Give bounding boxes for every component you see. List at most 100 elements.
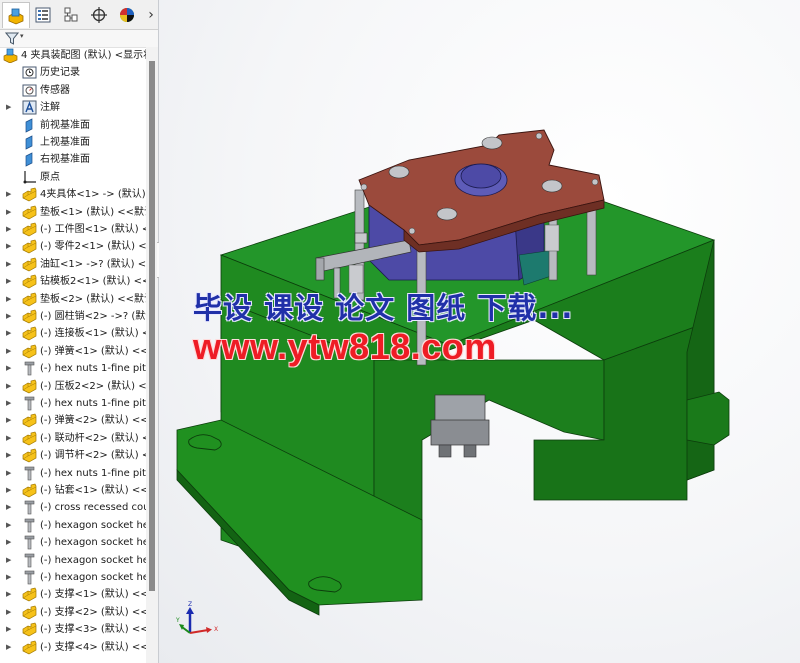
expand-arrow-icon[interactable]: ▶ bbox=[6, 238, 11, 255]
tree-item[interactable]: ▶ (-) hexagon socket head bbox=[0, 517, 146, 534]
part-icon bbox=[22, 448, 37, 463]
tree-item-label: 4 夹具装配图 (默认) <显示状态-1> bbox=[21, 50, 146, 61]
expand-arrow-icon[interactable]: ▶ bbox=[6, 552, 11, 569]
expand-arrow-icon[interactable]: ▶ bbox=[6, 482, 11, 499]
triad-y-label: Y bbox=[175, 617, 180, 624]
tree-item[interactable]: ▶ (-) 压板2<2> (默认) << bbox=[0, 378, 146, 395]
tree-item[interactable]: ▶ (-) hex nuts 1-fine pitch bbox=[0, 465, 146, 482]
expand-arrow-icon[interactable]: ▶ bbox=[6, 412, 11, 429]
tree-item[interactable]: ▶ (-) 调节杆<2> (默认) < bbox=[0, 447, 146, 464]
expand-arrow-icon[interactable]: ▶ bbox=[6, 499, 11, 516]
expand-arrow-icon[interactable]: ▶ bbox=[6, 325, 11, 342]
feature-tree: 4 夹具装配图 (默认) <显示状态-1> 历史记录传感器 ▶ 注解前视基准面上视基准… bbox=[0, 47, 146, 663]
tree-item[interactable]: ▶ (-) 圆柱销<2> ->? (默认 bbox=[0, 308, 146, 325]
tree-item[interactable]: ▶ (-) 支撑<4> (默认) <<显 bbox=[0, 639, 146, 656]
expand-arrow-icon[interactable]: ▶ bbox=[6, 639, 11, 656]
tree-item-label: (-) 连接板<1> (默认) < bbox=[40, 328, 146, 340]
expand-arrow-icon[interactable]: ▶ bbox=[6, 308, 11, 325]
tree-item[interactable]: ▶ (-) hex nuts 1-fine pitch bbox=[0, 395, 146, 412]
expand-arrow-icon[interactable]: ▶ bbox=[6, 430, 11, 447]
expand-arrow-icon[interactable]: ▶ bbox=[6, 221, 11, 238]
tree-item-label: (-) 联动杆<2> (默认) < bbox=[40, 432, 146, 444]
expand-arrow-icon[interactable]: ▶ bbox=[6, 378, 11, 395]
expand-arrow-icon[interactable]: ▶ bbox=[6, 534, 11, 551]
tree-item[interactable]: ▶ (-) 零件2<1> (默认) << bbox=[0, 238, 146, 255]
toolbox-fastener-icon bbox=[22, 535, 37, 550]
expand-arrow-icon[interactable]: ▶ bbox=[6, 447, 11, 464]
annotation-icon bbox=[22, 100, 37, 115]
tree-item[interactable]: ▶ (-) hex nuts 1-fine pitch bbox=[0, 360, 146, 377]
toolbox-fastener-icon bbox=[22, 553, 37, 568]
feature-manager-panel: › ▾ 4 夹具装配图 (默认) <显示状态-1> 历史记录传感器 ▶ 注解前视基准面… bbox=[0, 0, 159, 663]
tab-propertymanager[interactable] bbox=[30, 2, 56, 27]
configuration-icon bbox=[62, 6, 80, 24]
tree-item[interactable]: ▶ (-) 连接板<1> (默认) < bbox=[0, 325, 146, 342]
tree-item[interactable]: ▶ (-) 工件图<1> (默认) < bbox=[0, 221, 146, 238]
tree-scrollbar[interactable] bbox=[146, 47, 158, 663]
tree-item[interactable]: ▶ 油缸<1> ->? (默认) << bbox=[0, 256, 146, 273]
tree-item[interactable]: ▶ 钻模板2<1> (默认) <<显 bbox=[0, 273, 146, 290]
expand-arrow-icon[interactable]: ▶ bbox=[6, 273, 11, 290]
expand-arrow-icon[interactable]: ▶ bbox=[6, 256, 11, 273]
expand-arrow-icon[interactable]: ▶ bbox=[6, 99, 11, 116]
tree-item-label: (-) 工件图<1> (默认) < bbox=[40, 224, 146, 235]
tree-item-label: (-) hexagon socket head bbox=[40, 572, 146, 583]
expand-arrow-icon[interactable]: ▶ bbox=[6, 465, 11, 482]
expand-arrow-icon[interactable]: ▶ bbox=[6, 517, 11, 534]
part-icon bbox=[22, 379, 37, 394]
tree-item[interactable]: ▶ 垫板<1> (默认) <<默认> bbox=[0, 204, 146, 221]
tree-root-assembly[interactable]: 4 夹具装配图 (默认) <显示状态-1> bbox=[0, 47, 146, 64]
expand-arrow-icon[interactable]: ▶ bbox=[6, 186, 11, 203]
tree-item[interactable]: ▶ (-) 弹簧<2> (默认) <<显 bbox=[0, 412, 146, 429]
tree-item[interactable]: ▶ 垫板<2> (默认) <<默认 bbox=[0, 291, 146, 308]
expand-arrow-icon[interactable]: ▶ bbox=[6, 395, 11, 412]
tree-item-label: 历史记录 bbox=[40, 67, 80, 79]
tree-item-label: (-) 弹簧<1> (默认) <<显 bbox=[40, 345, 146, 357]
tree-item-label: (-) cross recessed countersunk bbox=[40, 502, 146, 514]
tab-displaymanager[interactable] bbox=[114, 2, 140, 27]
filter-dropdown-icon[interactable]: ▾ bbox=[20, 32, 24, 40]
tree-item[interactable]: ▶ 4夹具体<1> -> (默认) bbox=[0, 186, 146, 203]
part-icon bbox=[22, 483, 37, 498]
part-icon bbox=[22, 587, 37, 602]
tree-item[interactable]: 原点 bbox=[0, 169, 146, 186]
tree-item-label: (-) hex nuts 1-fine pitch bbox=[40, 363, 146, 375]
tree-item-label: (-) 压板2<2> (默认) << bbox=[40, 380, 146, 392]
tree-item[interactable]: ▶ (-) hexagon socket head bbox=[0, 534, 146, 551]
toolbox-fastener-icon bbox=[22, 396, 37, 411]
expand-arrow-icon[interactable]: ▶ bbox=[6, 586, 11, 603]
tree-item-label: (-) 零件2<1> (默认) << bbox=[40, 241, 146, 253]
toolbox-fastener-icon bbox=[22, 570, 37, 585]
tree-item[interactable]: 上视基准面 bbox=[0, 134, 146, 151]
tree-item[interactable]: ▶ (-) 弹簧<1> (默认) <<显 bbox=[0, 343, 146, 360]
tab-configurationmanager[interactable] bbox=[58, 2, 84, 27]
tree-item[interactable]: ▶ (-) hexagon socket head bbox=[0, 569, 146, 586]
tree-item[interactable]: ▶ (-) 联动杆<2> (默认) < bbox=[0, 430, 146, 447]
expand-arrow-icon[interactable]: ▶ bbox=[6, 621, 11, 638]
tab-featuremanager[interactable] bbox=[2, 2, 30, 28]
graphics-viewport[interactable]: 毕设 课设 论文 图纸 下载... www.ytw818.com Z X Y bbox=[159, 0, 800, 663]
expand-arrow-icon[interactable]: ▶ bbox=[6, 291, 11, 308]
tree-item[interactable]: ▶ (-) 支撑<1> (默认) <<显 bbox=[0, 586, 146, 603]
tree-item[interactable]: ▶ 注解 bbox=[0, 99, 146, 116]
expand-arrow-icon[interactable]: ▶ bbox=[6, 604, 11, 621]
tree-item[interactable]: ▶ (-) 钻套<1> (默认) <<显 bbox=[0, 482, 146, 499]
tree-item[interactable]: 历史记录 bbox=[0, 64, 146, 81]
tree-item-label: (-) 支撑<2> (默认) <<显 bbox=[40, 606, 146, 618]
more-tabs-button[interactable]: › bbox=[144, 4, 158, 26]
appearance-sphere-icon bbox=[118, 6, 136, 24]
tree-item[interactable]: ▶ (-) cross recessed countersunk bbox=[0, 499, 146, 516]
expand-arrow-icon[interactable]: ▶ bbox=[6, 204, 11, 221]
tree-item[interactable]: 右视基准面 bbox=[0, 151, 146, 168]
tab-dimxpertmanager[interactable] bbox=[86, 2, 112, 27]
expand-arrow-icon[interactable]: ▶ bbox=[6, 569, 11, 586]
tree-item[interactable]: ▶ (-) 支撑<2> (默认) <<显 bbox=[0, 604, 146, 621]
tree-item[interactable]: 前视基准面 bbox=[0, 117, 146, 134]
expand-arrow-icon[interactable]: ▶ bbox=[6, 343, 11, 360]
expand-arrow-icon[interactable]: ▶ bbox=[6, 360, 11, 377]
tree-item[interactable]: 传感器 bbox=[0, 82, 146, 99]
tree-item[interactable]: ▶ (-) 支撑<3> (默认) <<显 bbox=[0, 621, 146, 638]
tree-scrollbar-thumb[interactable] bbox=[149, 61, 155, 591]
assembly-icon bbox=[3, 48, 18, 64]
tree-item[interactable]: ▶ (-) hexagon socket head bbox=[0, 552, 146, 569]
